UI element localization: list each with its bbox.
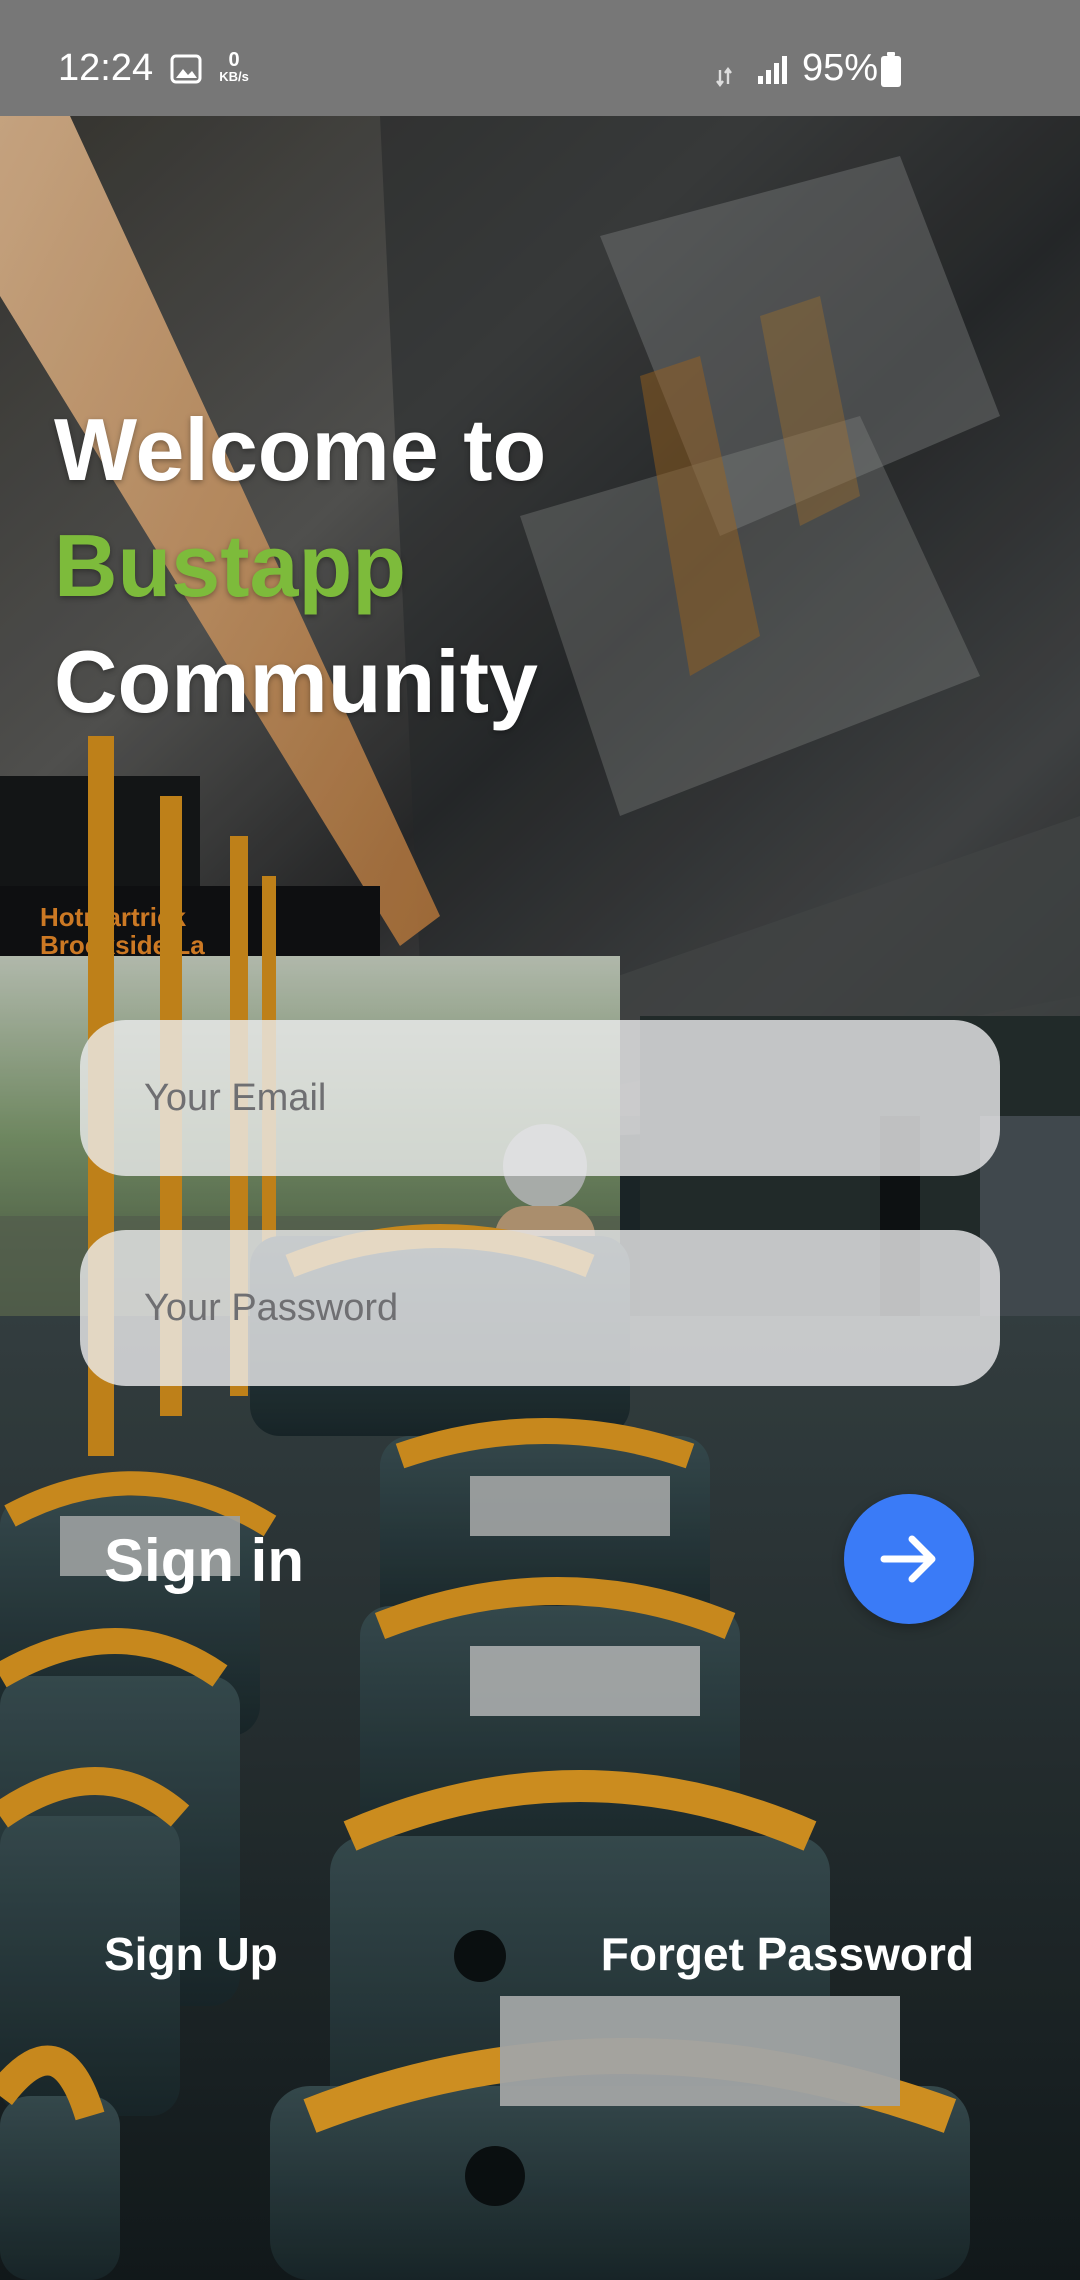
email-field-container (80, 1020, 1000, 1176)
status-bar: 12:24 0 KB/s 95% (0, 0, 1080, 116)
password-field-container (80, 1230, 1000, 1386)
sign-in-label: Sign in (104, 1527, 304, 1594)
welcome-heading: Welcome to Bustapp Community (54, 392, 546, 740)
email-input[interactable] (142, 1075, 1000, 1121)
net-speed-value: 0 (228, 49, 240, 71)
status-time: 12:24 (58, 47, 154, 89)
net-speed-unit: KB/s (219, 69, 249, 84)
signal-icon (758, 56, 787, 84)
battery-percentage: 95% (802, 47, 879, 89)
welcome-community: Community (54, 632, 538, 731)
brand-name: Bustapp (54, 516, 406, 615)
gallery-icon (170, 54, 202, 84)
4g-data-icon (716, 67, 732, 87)
sign-in-button[interactable] (844, 1494, 974, 1624)
net-speed-indicator: 0 KB/s (212, 50, 256, 84)
login-screen: Hotmartrick Brookside La (0, 0, 1080, 2280)
sign-up-link[interactable]: Sign Up (104, 1926, 278, 1982)
password-input[interactable] (142, 1285, 1000, 1331)
welcome-line: Welcome to (54, 400, 547, 499)
arrow-right-icon (880, 1535, 936, 1583)
forget-password-link[interactable]: Forget Password (601, 1926, 974, 1982)
battery-icon (881, 52, 901, 87)
